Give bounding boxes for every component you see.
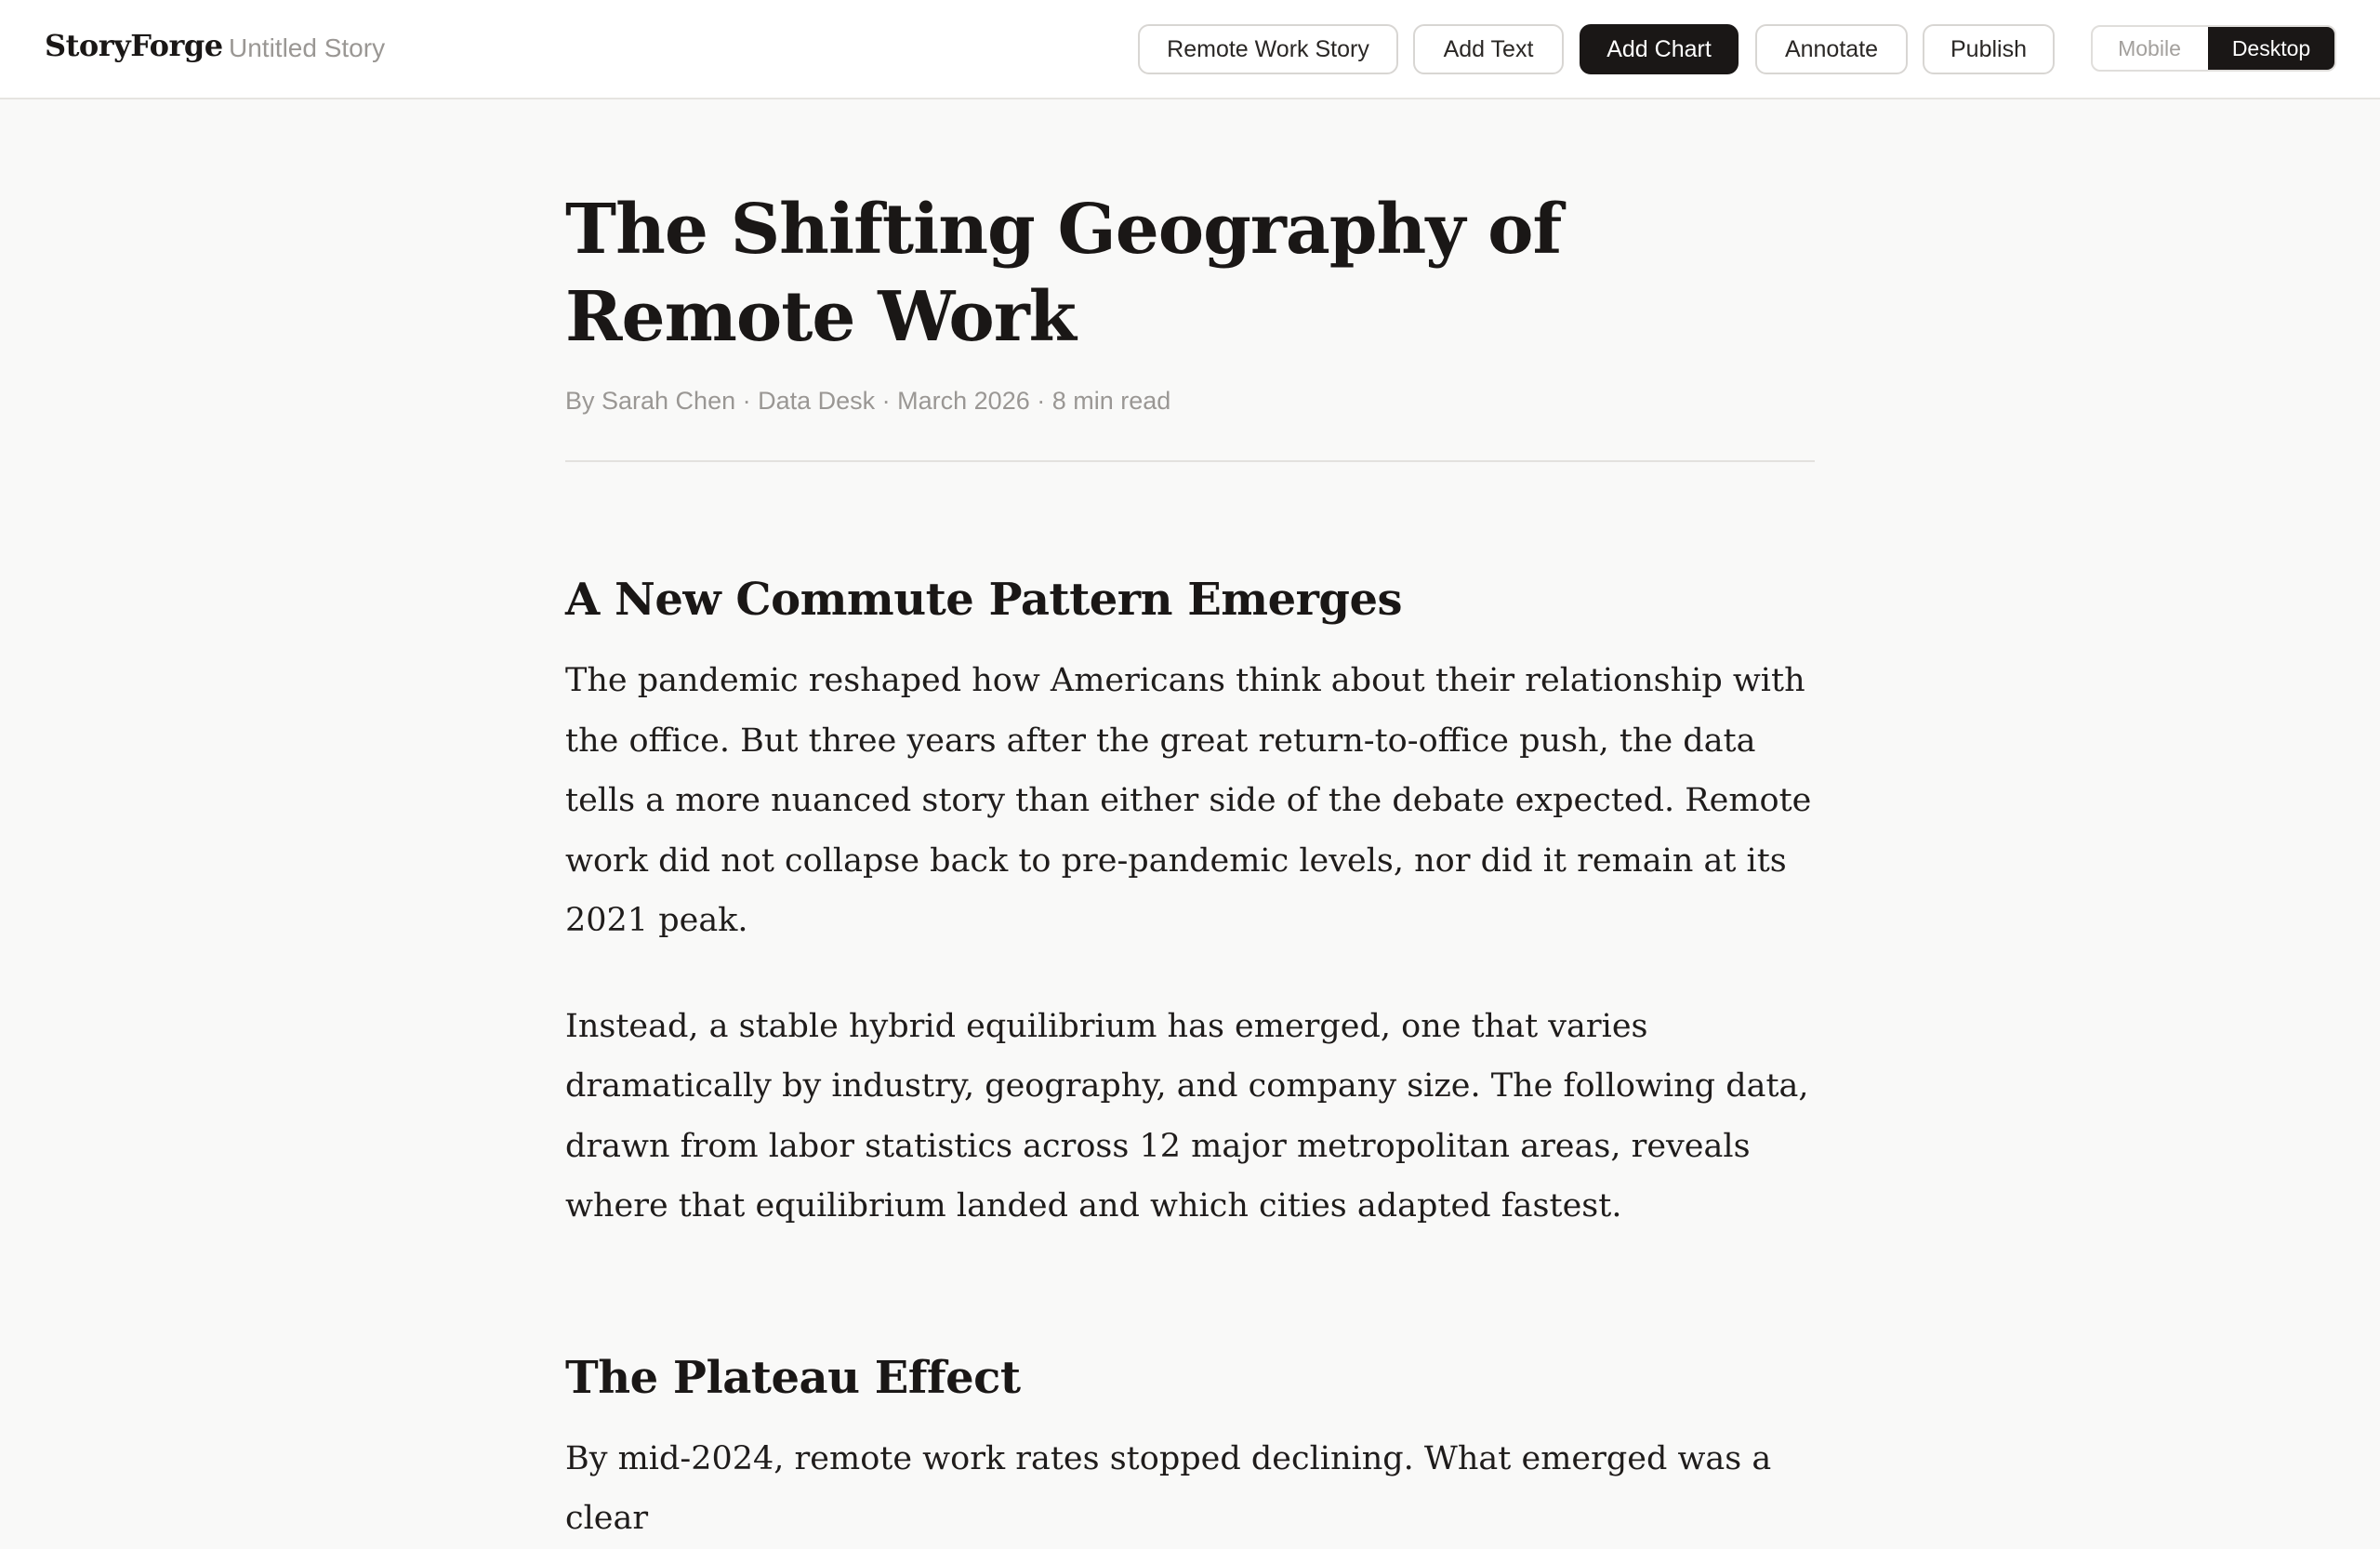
section-heading[interactable]: A New Commute Pattern Emerges <box>565 572 1815 628</box>
view-toggle: Mobile Desktop <box>2091 25 2336 72</box>
paragraph[interactable]: The pandemic reshaped how Americans thin… <box>565 651 1815 951</box>
brand-logo[interactable]: StoryForge <box>45 28 223 63</box>
paragraph[interactable]: Instead, a stable hybrid equilibrium has… <box>565 997 1815 1237</box>
add-chart-button[interactable]: Add Chart <box>1580 24 1739 74</box>
section-new-commute-pattern: A New Commute Pattern Emerges The pandem… <box>565 572 1815 1237</box>
desktop-view-option[interactable]: Desktop <box>2208 27 2334 70</box>
story-name[interactable]: Untitled Story <box>229 33 385 63</box>
article: The Shifting Geography of Remote Work By… <box>565 186 1815 1549</box>
mobile-view-option[interactable]: Mobile <box>2093 27 2206 70</box>
article-byline: By Sarah Chen · Data Desk · March 2026 ·… <box>565 387 1171 415</box>
section-heading[interactable]: The Plateau Effect <box>565 1350 1815 1406</box>
top-bar: StoryForge Untitled Story Remote Work St… <box>0 0 2380 99</box>
remote-work-story-button[interactable]: Remote Work Story <box>1138 24 1398 74</box>
paragraph[interactable]: By mid-2024, remote work rates stopped d… <box>565 1429 1815 1549</box>
annotate-button[interactable]: Annotate <box>1755 24 1908 74</box>
section-plateau-effect: The Plateau Effect By mid-2024, remote w… <box>565 1350 1815 1549</box>
publish-button[interactable]: Publish <box>1923 24 2055 74</box>
title-divider <box>565 460 1815 462</box>
article-title[interactable]: The Shifting Geography of Remote Work <box>565 186 1815 361</box>
add-text-button[interactable]: Add Text <box>1413 24 1564 74</box>
